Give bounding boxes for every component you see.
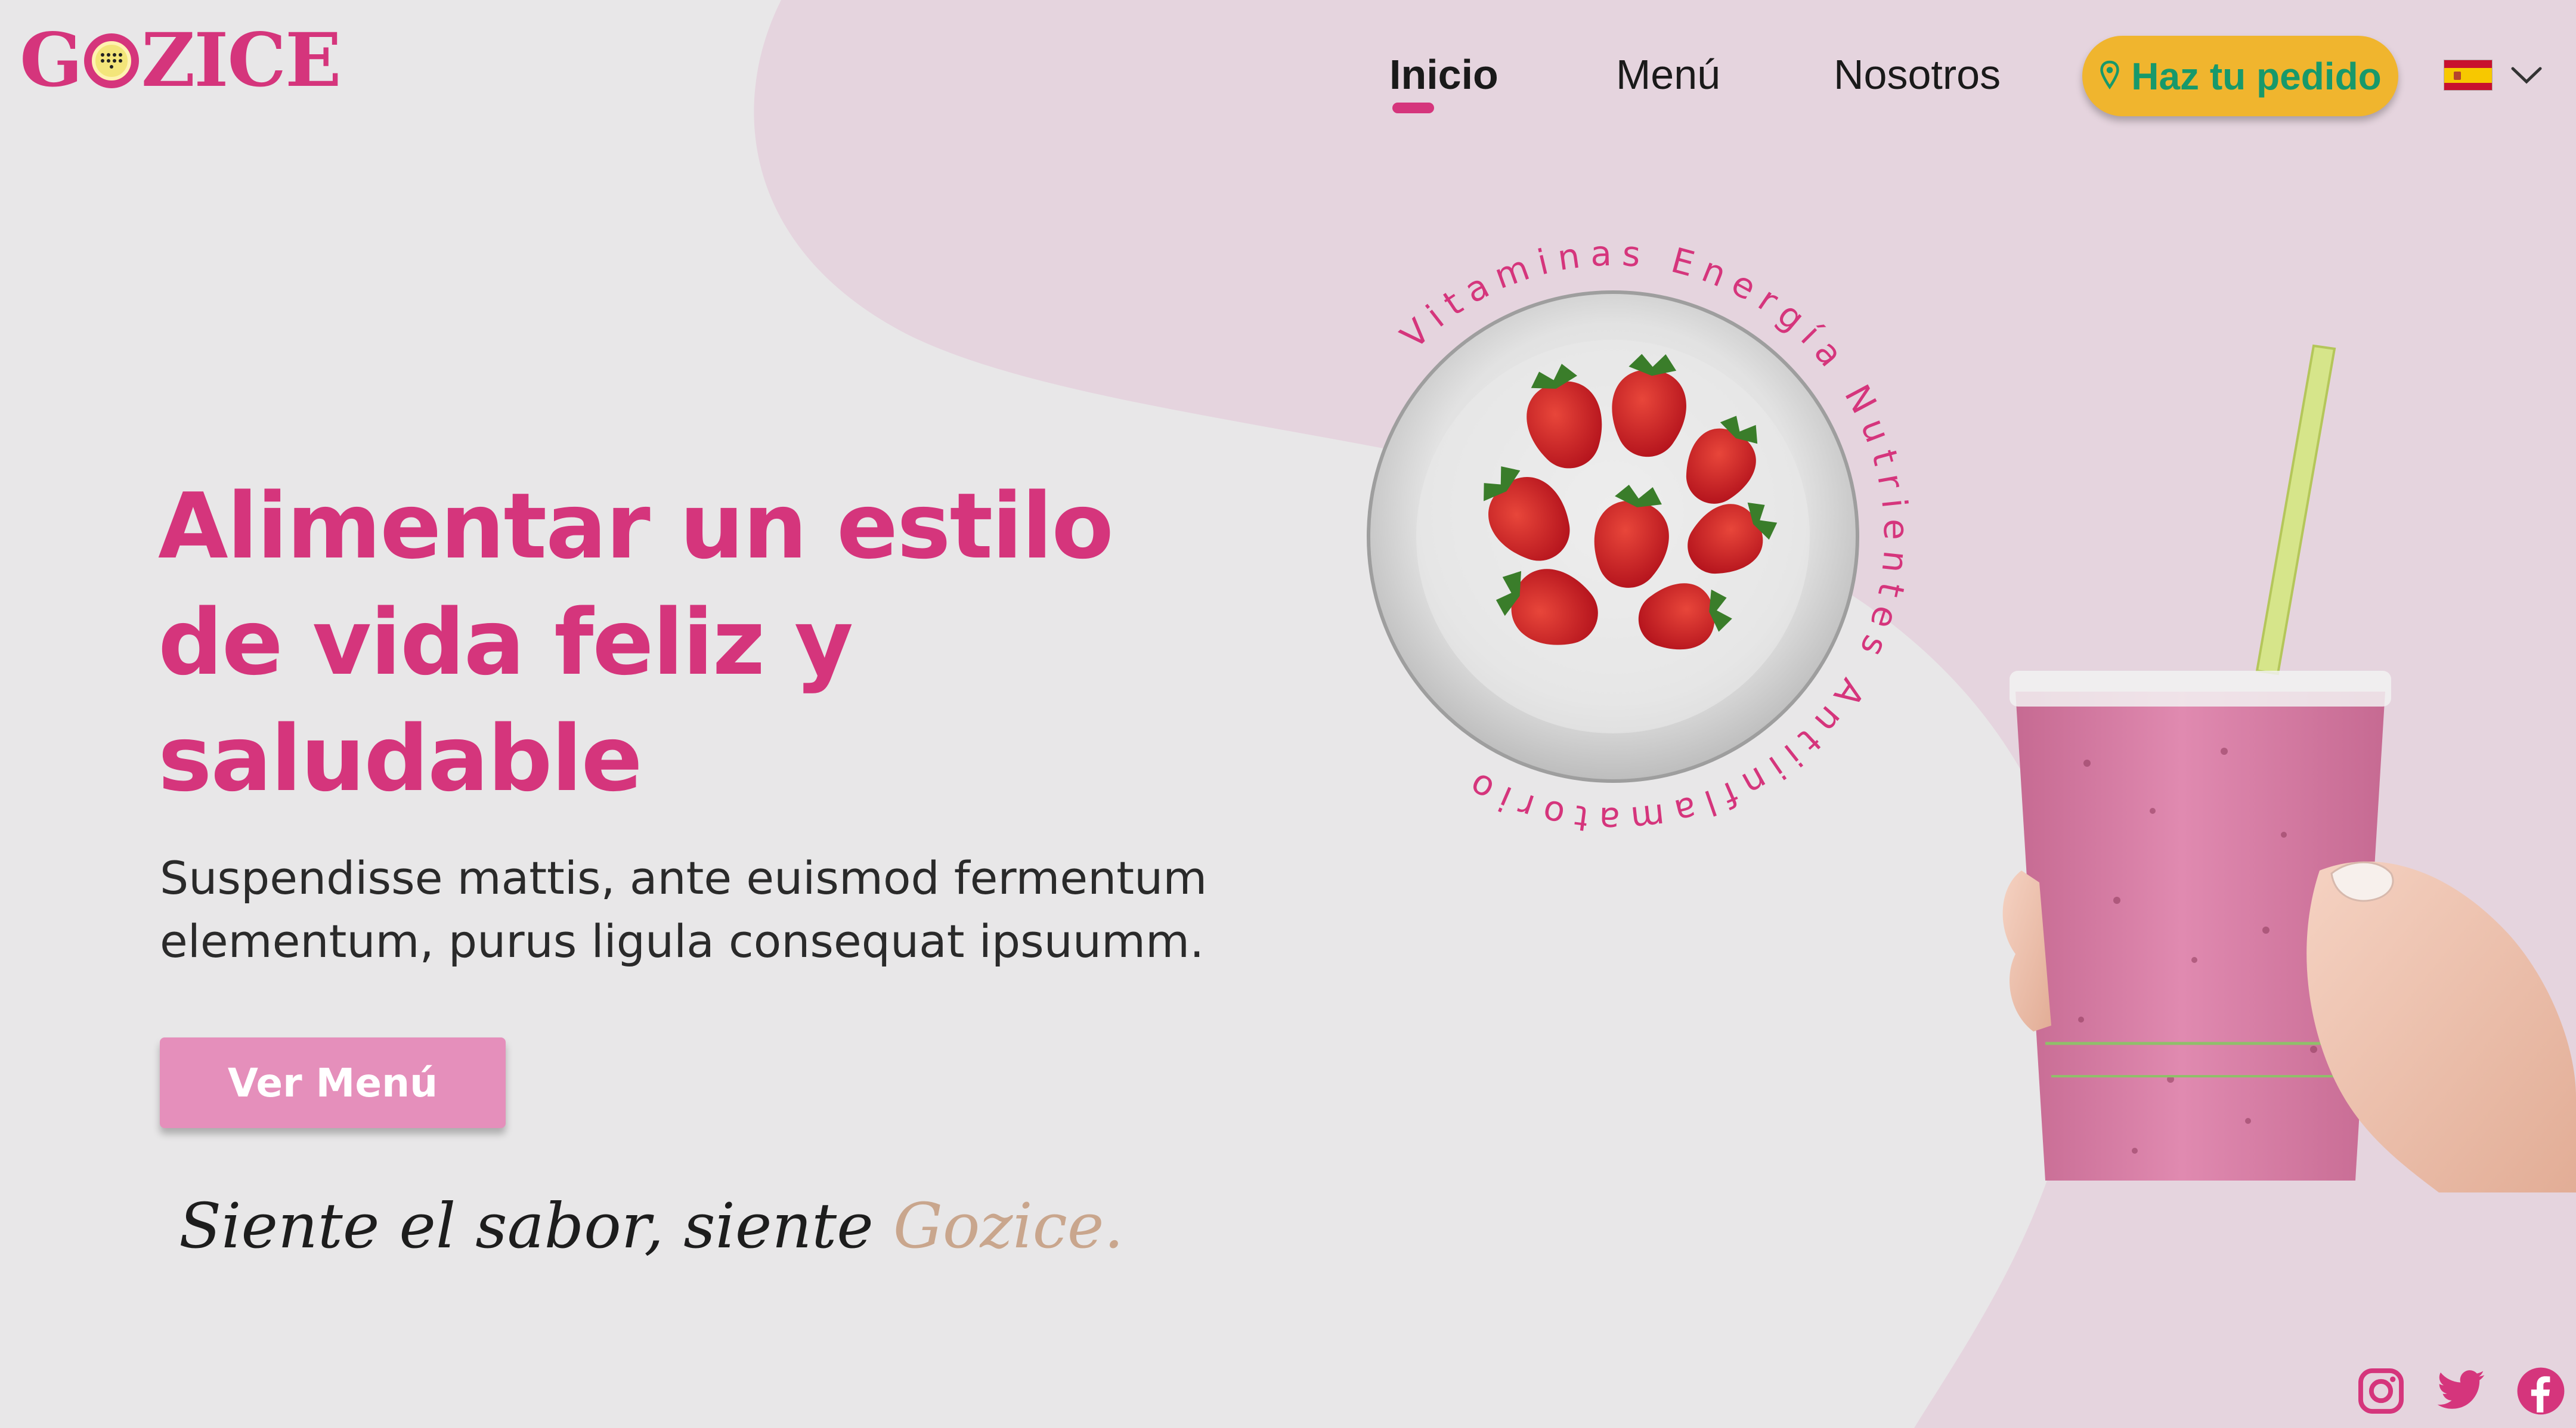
passion-fruit-icon [83, 33, 139, 88]
hero-title: Alimentar un estilo de vida feliz y salu… [158, 468, 1114, 817]
tagline: Siente el sabor, siente Gozice. [179, 1190, 1123, 1262]
brand-logo[interactable]: G ZICE [20, 17, 342, 104]
hero-title-line: de vida feliz y [158, 590, 853, 695]
strawberry-plate-image: Vitaminas Energía Nutrientes Antiinflama… [1315, 238, 1911, 835]
ring-text-graphic: Vitaminas Energía Nutrientes Antiinflama… [1367, 238, 1907, 835]
logo-text-left: G [20, 17, 83, 104]
ver-menu-button[interactable]: Ver Menú [160, 1037, 506, 1128]
social-links [2355, 1365, 2566, 1417]
order-button[interactable]: Haz tu pedido [2082, 36, 2398, 116]
active-nav-indicator [1392, 103, 1434, 113]
logo-text-right: ZICE [141, 17, 342, 104]
hero-title-line: Alimentar un estilo [158, 473, 1114, 579]
nav-inicio[interactable]: Inicio [1389, 51, 1498, 98]
tagline-brand: Gozice. [893, 1190, 1124, 1262]
location-pin-icon [2100, 60, 2119, 89]
hero-title-line: saludable [158, 706, 643, 811]
language-selector[interactable] [2444, 60, 2543, 91]
hero-subtitle-line: elementum, purus ligula consequat ipsuum… [160, 915, 1205, 968]
chevron-down-icon [2511, 67, 2542, 84]
hero-subtitle: Suspendisse mattis, ante euismod ferment… [160, 847, 1208, 973]
hero-subtitle-line: Suspendisse mattis, ante euismod ferment… [160, 851, 1208, 904]
twitter-icon[interactable] [2435, 1365, 2487, 1417]
nav-nosotros[interactable]: Nosotros [1834, 51, 2001, 98]
facebook-icon[interactable] [2515, 1365, 2566, 1417]
nav-menu[interactable]: Menú [1616, 51, 1720, 98]
spain-flag-icon [2444, 60, 2493, 91]
order-button-label: Haz tu pedido [2131, 54, 2382, 98]
tagline-text: Siente el sabor, siente [179, 1190, 893, 1262]
instagram-icon[interactable] [2355, 1365, 2407, 1417]
smoothie-cup-image [2002, 344, 2576, 1192]
